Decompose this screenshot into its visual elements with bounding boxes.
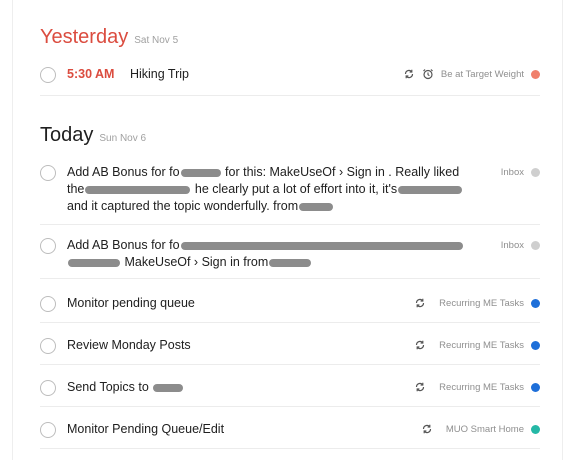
project-color-dot (531, 241, 540, 250)
task-row-ab-bonus-1[interactable]: Add AB Bonus for fo for this: MakeUseOf … (40, 160, 540, 225)
section-title: Yesterday (40, 26, 129, 48)
task-meta: Be at Target Weight (403, 68, 540, 80)
recurring-icon (414, 297, 426, 309)
task-row-monitor-pending-queue[interactable]: Monitor pending queue Recurring ME Tasks (40, 288, 540, 323)
task-checkbox[interactable] (40, 67, 56, 83)
redacted-text (68, 258, 120, 267)
task-project-label[interactable]: Be at Target Weight (441, 69, 524, 80)
task-content[interactable]: Send Topics to (67, 379, 184, 396)
task-meta: Recurring ME Tasks (414, 381, 540, 393)
redacted-text (180, 241, 463, 250)
project-color-dot (531, 298, 540, 308)
task-row-send-topics[interactable]: Send Topics to Recurring ME Tasks (40, 372, 540, 407)
task-meta: Inbox (501, 167, 540, 178)
task-content[interactable]: Monitor pending queue (67, 295, 195, 312)
task-checkbox[interactable] (40, 165, 56, 181)
task-text: for this: MakeUseOf › Sign in . Really l… (221, 165, 460, 179)
task-text: he clearly put a lot of effort into it, … (191, 182, 398, 196)
redacted-text (152, 383, 183, 392)
task-checkbox[interactable] (40, 238, 56, 254)
task-meta: Recurring ME Tasks (414, 297, 540, 309)
task-text: the (67, 182, 85, 196)
task-row-ab-bonus-2[interactable]: Add AB Bonus for fo MakeUseOf › Sign in … (40, 232, 540, 279)
task-content[interactable]: Monitor Pending Queue/Edit (67, 421, 224, 438)
task-row-hiking-trip[interactable]: 5:30 AM Hiking Trip Be at Target Weight (40, 60, 540, 96)
recurring-icon (421, 423, 433, 435)
task-row-review-monday-posts[interactable]: Review Monday Posts Recurring ME Tasks (40, 330, 540, 365)
task-checkbox[interactable] (40, 380, 56, 396)
task-title: Review Monday Posts (67, 338, 191, 352)
task-project-label[interactable]: Inbox (501, 167, 524, 178)
project-color-dot (531, 382, 540, 392)
section-today-header: Today Sun Nov 6 (40, 124, 146, 147)
task-meta: MUO Smart Home (421, 423, 540, 435)
section-title: Today (40, 124, 94, 146)
recurring-icon (403, 68, 415, 80)
task-checkbox[interactable] (40, 338, 56, 354)
task-project-label[interactable]: Recurring ME Tasks (439, 298, 524, 309)
section-yesterday-header: Yesterday Sat Nov 5 (40, 26, 178, 49)
project-color-dot (531, 340, 540, 350)
task-project-label[interactable]: Recurring ME Tasks (439, 340, 524, 351)
redacted-text (398, 185, 463, 194)
task-project-label[interactable]: Recurring ME Tasks (439, 382, 524, 393)
recurring-icon (414, 381, 426, 393)
task-text: Add AB Bonus for fo (67, 165, 180, 179)
section-date: Sun Nov 6 (99, 133, 147, 144)
alarm-clock-icon[interactable] (422, 68, 434, 80)
task-content[interactable]: Add AB Bonus for fo for this: MakeUseOf … (67, 164, 467, 215)
task-text: MakeUseOf › Sign in from (121, 255, 269, 269)
task-content[interactable]: Add AB Bonus for fo MakeUseOf › Sign in … (67, 237, 487, 271)
section-date: Sat Nov 5 (134, 35, 179, 46)
recurring-icon (414, 339, 426, 351)
task-project-label[interactable]: Inbox (501, 240, 524, 251)
task-project-label[interactable]: MUO Smart Home (446, 424, 524, 435)
redacted-text (299, 202, 334, 211)
redacted-text (85, 185, 191, 194)
redacted-text (180, 168, 221, 177)
task-due-time: 5:30 AM (67, 67, 115, 81)
task-row-monitor-pending-queue-edit[interactable]: Monitor Pending Queue/Edit MUO Smart Hom… (40, 414, 540, 449)
redacted-text (269, 258, 312, 267)
task-content[interactable]: Review Monday Posts (67, 337, 191, 354)
project-color-dot (531, 69, 540, 79)
task-meta: Recurring ME Tasks (414, 339, 540, 351)
task-checkbox[interactable] (40, 422, 56, 438)
task-text: and it captured the topic wonderfully. f… (67, 199, 299, 213)
task-content[interactable]: 5:30 AM Hiking Trip (67, 66, 189, 83)
project-color-dot (531, 424, 540, 434)
task-text: Add AB Bonus for fo (67, 238, 180, 252)
task-title: Monitor Pending Queue/Edit (67, 422, 225, 436)
task-title: Send Topics to (67, 380, 149, 394)
task-meta: Inbox (501, 240, 540, 251)
task-title: Monitor pending queue (67, 296, 195, 310)
task-checkbox[interactable] (40, 296, 56, 312)
task-title: Hiking Trip (129, 67, 189, 81)
project-color-dot (531, 168, 540, 177)
